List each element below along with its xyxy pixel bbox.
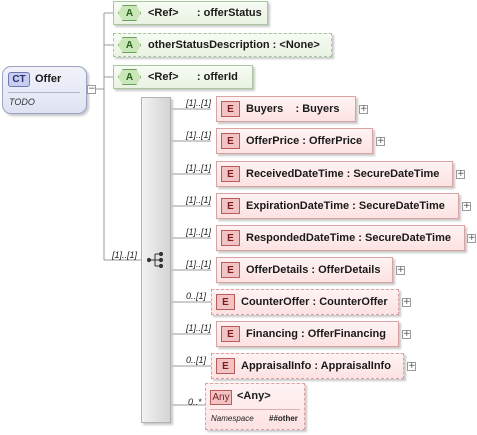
element-icon: E	[221, 326, 240, 342]
element-label: CounterOffer : CounterOffer	[241, 296, 388, 308]
element-label: ExpirationDateTime : SecureDateTime	[246, 200, 445, 212]
element-cardinality: [1]..[1]	[186, 195, 212, 205]
expand-toggle[interactable]: +	[376, 137, 385, 146]
expand-toggle[interactable]: +	[467, 234, 476, 243]
element-label: AppraisalInfo : AppraisalInfo	[241, 360, 391, 372]
expand-toggle[interactable]: +	[402, 330, 411, 339]
divider	[210, 409, 300, 410]
sequence-cardinality: [1]..[1]	[112, 250, 138, 260]
element-icon: E	[216, 294, 235, 310]
element-cardinality: [1]..[1]	[186, 323, 212, 333]
element-label: Buyers : Buyers	[246, 103, 340, 115]
element-offer-details[interactable]: E OfferDetails : OfferDetails	[216, 257, 393, 283]
element-icon: E	[221, 133, 240, 149]
attribute-offer-id[interactable]: A <Ref> : offerId	[113, 65, 253, 89]
element-responded-date-time[interactable]: E RespondedDateTime : SecureDateTime	[216, 225, 465, 251]
element-received-date-time[interactable]: E ReceivedDateTime : SecureDateTime	[216, 161, 453, 187]
element-label: OfferDetails : OfferDetails	[246, 264, 381, 276]
complex-type-icon: CT	[8, 72, 30, 87]
element-buyers[interactable]: E Buyers : Buyers	[216, 96, 356, 122]
element-cardinality: [1]..[1]	[186, 259, 212, 269]
element-cardinality: [1]..[1]	[186, 98, 212, 108]
attribute-label: <Ref> : offerId	[148, 71, 238, 83]
element-icon: E	[221, 262, 240, 278]
attribute-label: <Ref> : offerStatus	[148, 7, 262, 19]
any-icon: Any	[210, 390, 232, 405]
expand-toggle[interactable]: +	[359, 105, 368, 114]
attribute-other-status-description[interactable]: A otherStatusDescription : <None>	[113, 33, 332, 57]
element-label: OfferPrice : OfferPrice	[246, 135, 363, 147]
namespace-label: Namespace	[211, 414, 254, 423]
element-icon: E	[221, 166, 240, 182]
any-wildcard[interactable]: Any <Any> Namespace ##other	[205, 383, 305, 430]
element-icon: E	[221, 198, 240, 214]
element-expiration-date-time[interactable]: E ExpirationDateTime : SecureDateTime	[216, 193, 459, 219]
element-cardinality: [1]..[1]	[186, 163, 212, 173]
complex-type-name: Offer	[35, 73, 62, 85]
expand-toggle[interactable]: +	[407, 362, 416, 371]
attribute-icon: A	[118, 5, 141, 21]
divider	[8, 92, 80, 93]
element-offer-price[interactable]: E OfferPrice : OfferPrice	[216, 128, 373, 154]
complex-type-offer[interactable]: CT Offer TODO	[2, 66, 87, 114]
element-icon: E	[221, 230, 240, 246]
element-icon: E	[221, 101, 240, 117]
element-label: RespondedDateTime : SecureDateTime	[246, 232, 451, 244]
element-label: Financing : OfferFinancing	[246, 328, 386, 340]
expand-toggle[interactable]: +	[396, 266, 405, 275]
expand-toggle[interactable]: +	[462, 202, 471, 211]
element-appraisal-info[interactable]: E AppraisalInfo : AppraisalInfo	[211, 353, 404, 379]
element-label: ReceivedDateTime : SecureDateTime	[246, 168, 440, 180]
element-cardinality: [1]..[1]	[186, 227, 212, 237]
element-cardinality: 0..[1]	[186, 355, 207, 365]
element-counter-offer[interactable]: E CounterOffer : CounterOffer	[211, 289, 399, 315]
expand-toggle[interactable]: +	[402, 298, 411, 307]
any-cardinality: 0..*	[188, 397, 202, 407]
element-icon: E	[216, 358, 235, 374]
complex-type-documentation: TODO	[9, 97, 35, 107]
attribute-icon: A	[118, 69, 141, 85]
attribute-offer-status[interactable]: A <Ref> : offerStatus	[113, 1, 268, 25]
element-financing[interactable]: E Financing : OfferFinancing	[216, 321, 399, 347]
element-cardinality: [1]..[1]	[186, 130, 212, 140]
expand-toggle[interactable]: +	[456, 170, 465, 179]
attribute-icon: A	[118, 37, 141, 53]
collapse-toggle[interactable]: −	[87, 85, 96, 94]
element-cardinality: 0..[1]	[186, 291, 207, 301]
namespace-value: ##other	[269, 414, 298, 423]
attribute-label: otherStatusDescription : <None>	[148, 39, 320, 51]
any-name: <Any>	[237, 390, 271, 402]
sequence-icon	[147, 251, 164, 269]
